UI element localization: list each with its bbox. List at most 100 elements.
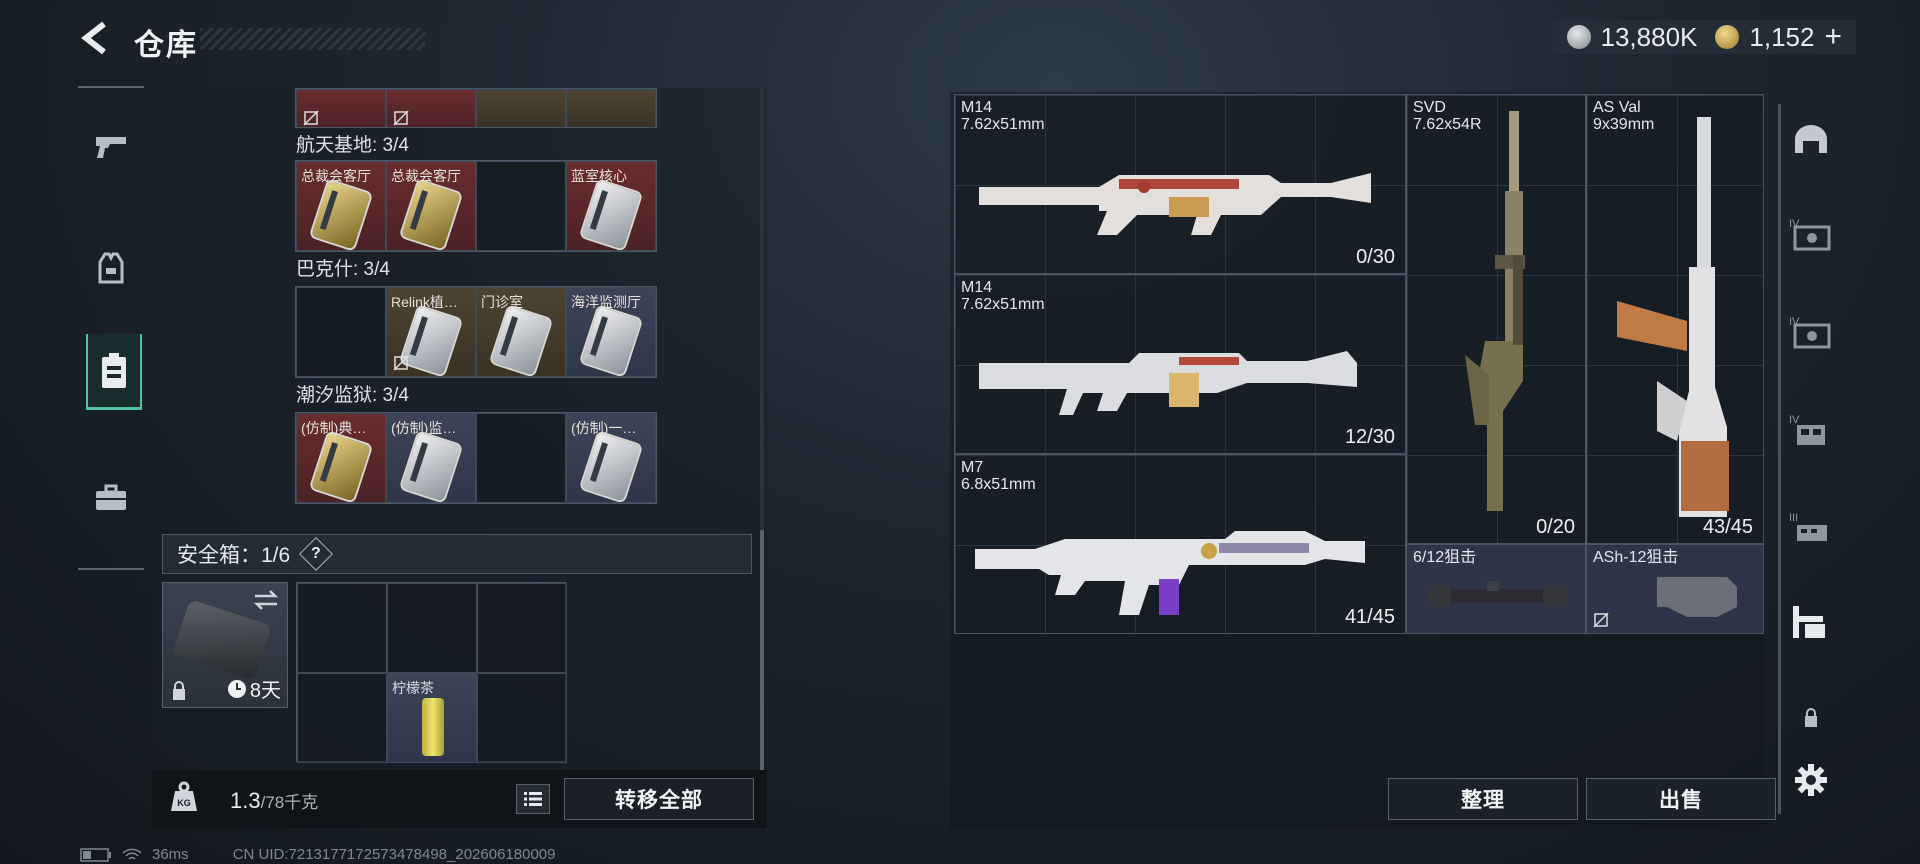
slot-helmet[interactable] — [1787, 116, 1835, 164]
weapon-slot-m14-a[interactable]: M14 7.62x51mm 0/30 — [954, 94, 1406, 274]
safe-slot-item[interactable]: 柠檬茶 — [387, 673, 477, 763]
weapon-slot-svd[interactable]: SVD 7.62x54R 0/20 — [1406, 94, 1586, 544]
empty-slot[interactable] — [296, 287, 386, 377]
unbound-icon — [393, 355, 409, 371]
rig-iv-icon: IV — [1789, 414, 1825, 445]
slot-armor-iv[interactable]: IV — [1787, 210, 1835, 258]
keycard-slot[interactable]: (仿制)典… — [296, 413, 386, 503]
slot-backpack[interactable] — [1787, 598, 1835, 646]
weight-capacity: /78千克 — [260, 793, 319, 812]
safe-slot[interactable] — [477, 673, 567, 763]
ammo-count: 12/30 — [1344, 426, 1395, 448]
list-icon — [524, 792, 542, 806]
settings-button[interactable] — [1787, 756, 1835, 804]
keycard-slot[interactable]: 门诊室 — [476, 287, 566, 377]
safe-slot[interactable] — [297, 673, 387, 763]
slot-rig-iv[interactable]: IV — [1787, 406, 1835, 454]
transfer-all-button[interactable]: 转移全部 — [564, 778, 754, 820]
keycard-image — [401, 180, 461, 250]
empty-slot[interactable] — [476, 413, 566, 503]
keycard-stripe — [499, 316, 518, 356]
keycard-stripe — [589, 316, 608, 356]
empty-slot[interactable] — [476, 161, 566, 251]
stash-scroll-thumb[interactable] — [760, 530, 764, 770]
rifle-image — [1617, 117, 1729, 517]
safe-box-case[interactable]: 8天 — [162, 582, 288, 708]
svg-text:III: III — [1789, 512, 1798, 524]
currency-bar[interactable]: 13,880K 1,152 + — [1552, 20, 1856, 54]
section-title: 巴克什: 3/4 — [296, 259, 390, 280]
keycard-image — [581, 180, 641, 250]
weight-readout: 1.3/78千克 — [230, 788, 318, 814]
title-decoration — [200, 28, 425, 50]
attachment-slot[interactable]: ASh-12狙击 — [1586, 544, 1764, 634]
lemon-tea-can-image — [422, 698, 444, 756]
left-category-sidebar — [78, 86, 144, 570]
keycard-label: 门诊室 — [481, 294, 523, 310]
keycard-slot[interactable] — [476, 89, 566, 127]
ping-readout: 36ms — [152, 846, 189, 863]
safe-slot[interactable] — [477, 583, 567, 673]
safe-slot[interactable] — [297, 583, 387, 673]
safe-box-label: 安全箱：1/6 — [177, 544, 291, 567]
weapon-slot-m7[interactable]: M7 6.8x51mm 41/45 — [954, 454, 1406, 634]
weapon-slot-as-val[interactable]: AS Val 9x39mm 43/45 — [1586, 94, 1764, 544]
keycard-stripe — [409, 316, 428, 356]
keycard-stripe — [409, 190, 428, 230]
rifle-image — [975, 531, 1365, 615]
gear-icon — [1795, 764, 1827, 796]
armor-iv-icon: IV — [1789, 316, 1831, 349]
section-title: 航天基地: 3/4 — [296, 135, 409, 156]
rifle-image — [979, 351, 1357, 415]
keycard-slot[interactable]: 海洋监测厅 — [566, 287, 656, 377]
safe-slot[interactable] — [387, 583, 477, 673]
keycard-image — [311, 180, 371, 250]
unbound-icon — [1593, 612, 1609, 628]
briefcase-icon — [96, 484, 126, 510]
keycard-image — [491, 306, 551, 376]
keycard-slot[interactable]: 总裁会客厅 — [296, 161, 386, 251]
armor-iv-icon: IV — [1789, 218, 1831, 251]
tab-weapons[interactable] — [86, 116, 136, 176]
ammo-count: 41/45 — [1344, 606, 1395, 628]
help-button[interactable]: ? — [299, 537, 334, 571]
silver-coin-icon — [1566, 25, 1591, 49]
helmet-icon — [1795, 125, 1827, 153]
safe-box-duration: 8天 — [249, 680, 281, 702]
user-uid: CN UID:7213177172573478498_202606180009 — [232, 846, 556, 863]
add-currency-button[interactable]: + — [1824, 20, 1842, 54]
keycard-slot[interactable] — [296, 89, 386, 127]
rig-iii-icon: III — [1789, 512, 1827, 541]
keycard-grid: 总裁会客厅 总裁会客厅 蓝室核心 — [295, 160, 657, 252]
list-view-button[interactable] — [516, 784, 550, 814]
scope-slot[interactable]: 6/12狙击 — [1406, 544, 1586, 634]
keycard-slot[interactable]: (仿制)监… — [386, 413, 476, 503]
keycard-image — [401, 306, 461, 376]
slot-rig-iii[interactable]: III — [1787, 504, 1835, 552]
sell-button[interactable]: 出售 — [1586, 778, 1776, 820]
keycard-image — [311, 432, 371, 502]
tab-storage[interactable] — [86, 334, 142, 410]
swap-icon[interactable] — [253, 589, 279, 611]
rifle-image — [1465, 111, 1525, 511]
keycard-stripe — [319, 442, 338, 482]
tab-toolbox[interactable] — [86, 468, 136, 528]
keycard-slot[interactable]: 蓝室核心 — [566, 161, 656, 251]
keycard-label: 海洋监测厅 — [571, 294, 641, 310]
ammo-count: 0/20 — [1536, 516, 1575, 538]
slot-armor-iv-2[interactable]: IV — [1787, 308, 1835, 356]
keycard-slot[interactable]: Relink植… — [386, 287, 476, 377]
tab-gear[interactable] — [86, 238, 136, 298]
back-arrow-icon[interactable] — [78, 20, 114, 56]
lock-icon — [1805, 708, 1817, 727]
keycard-slot[interactable] — [566, 89, 656, 127]
weapon-slot-m14-b[interactable]: M14 7.62x51mm 12/30 — [954, 274, 1406, 454]
keycard-slot[interactable]: 总裁会客厅 — [386, 161, 476, 251]
ammo-count: 43/45 — [1702, 516, 1753, 538]
keycard-stripe — [589, 442, 608, 482]
sort-button[interactable]: 整理 — [1388, 778, 1578, 820]
keycard-slot[interactable]: (仿制)一… — [566, 413, 656, 503]
weapon-caliber: 7.62x51mm — [961, 296, 1045, 313]
keycard-slot[interactable] — [386, 89, 476, 127]
svg-text:KG: KG — [177, 798, 191, 808]
